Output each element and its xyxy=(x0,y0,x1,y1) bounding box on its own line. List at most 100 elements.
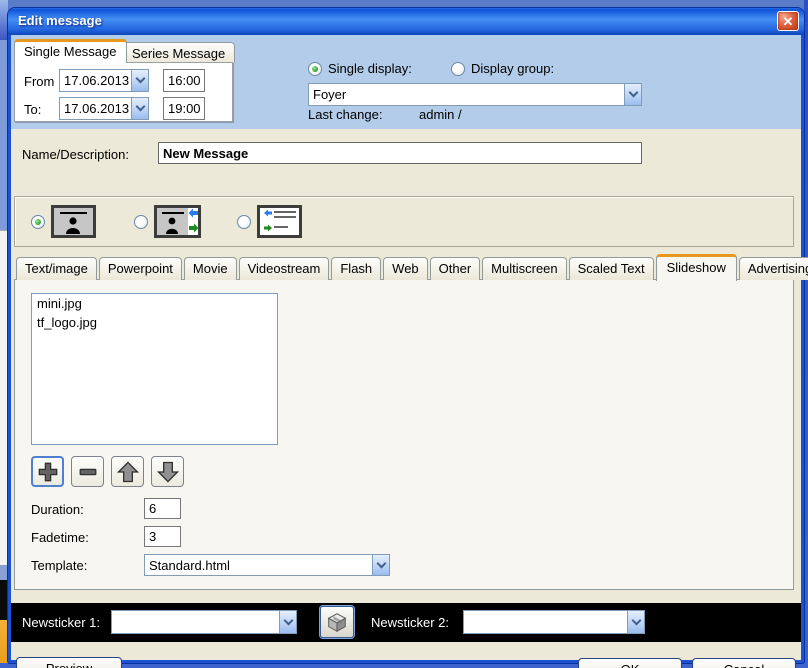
template-value[interactable]: Standard.html xyxy=(145,555,372,575)
background-window-left-strip xyxy=(0,0,8,668)
newsticker1-label: Newsticker 1: xyxy=(22,615,100,630)
tab-flash[interactable]: Flash xyxy=(331,257,381,280)
add-file-button[interactable] xyxy=(31,456,64,487)
tab-label: Powerpoint xyxy=(108,261,173,276)
name-description-input[interactable] xyxy=(158,142,642,164)
from-date-combo[interactable]: 17.06.2013 xyxy=(59,69,149,92)
tab-slideshow[interactable]: Slideshow xyxy=(656,254,737,281)
chevron-down-icon xyxy=(283,615,293,625)
newsticker1-value[interactable] xyxy=(112,611,279,633)
newsticker-bar: Newsticker 1: Newsticker 2: xyxy=(11,603,801,642)
tab-label: Videostream xyxy=(248,261,321,276)
template-combo[interactable]: Standard.html xyxy=(144,554,390,576)
display-message-icon[interactable] xyxy=(51,205,96,238)
newsticker2-label: Newsticker 2: xyxy=(371,615,449,630)
display-select-value[interactable]: Foyer xyxy=(309,84,624,105)
display-select-dropdown-button[interactable] xyxy=(624,84,641,105)
from-date-value[interactable]: 17.06.2013 xyxy=(60,70,131,91)
tab-videostream[interactable]: Videostream xyxy=(239,257,330,280)
ticker-list-icon[interactable] xyxy=(257,205,302,238)
display-group-label[interactable]: Display group: xyxy=(471,61,554,76)
ok-button[interactable]: OK xyxy=(578,658,682,668)
move-down-button[interactable] xyxy=(151,456,184,487)
type-display-radio[interactable] xyxy=(31,215,45,229)
close-icon: ✕ xyxy=(783,15,794,28)
type-display-ticker-radio[interactable] xyxy=(134,215,148,229)
single-display-radio[interactable] xyxy=(308,62,322,76)
from-date-dropdown-button[interactable] xyxy=(131,70,148,91)
window-title: Edit message xyxy=(18,13,102,28)
from-label: From xyxy=(24,74,54,89)
slideshow-panel: mini.jpg tf_logo.jpg xyxy=(14,279,794,590)
last-change-label: Last change: xyxy=(308,107,382,122)
from-time-input[interactable] xyxy=(163,69,205,92)
tab-label: Slideshow xyxy=(667,260,726,275)
move-up-button[interactable] xyxy=(111,456,144,487)
duration-input[interactable] xyxy=(144,498,181,519)
newsticker2-value[interactable] xyxy=(464,611,627,633)
edit-message-dialog: Edit message ✕ Single Message Series Mes… xyxy=(8,8,804,663)
tab-label: Movie xyxy=(193,261,228,276)
tab-text-image[interactable]: Text/image xyxy=(16,257,97,280)
tab-powerpoint[interactable]: Powerpoint xyxy=(99,257,182,280)
newsticker-package-button[interactable] xyxy=(320,606,354,638)
package-icon xyxy=(325,610,349,634)
remove-file-button[interactable] xyxy=(71,456,104,487)
tab-label: Advertising Block xyxy=(748,261,808,276)
tab-multiscreen[interactable]: Multiscreen xyxy=(482,257,566,280)
display-select-combo[interactable]: Foyer xyxy=(308,83,642,106)
close-button[interactable]: ✕ xyxy=(777,11,799,31)
to-label: To: xyxy=(24,102,41,117)
minus-icon xyxy=(74,459,102,485)
tab-other[interactable]: Other xyxy=(430,257,481,280)
plus-icon xyxy=(34,459,62,485)
tab-web[interactable]: Web xyxy=(383,257,428,280)
last-change-value: admin / xyxy=(419,107,462,122)
chevron-down-icon xyxy=(376,558,386,568)
newsticker1-combo[interactable] xyxy=(111,610,297,634)
list-item[interactable]: tf_logo.jpg xyxy=(32,313,277,332)
tab-label: Text/image xyxy=(25,261,88,276)
tab-label: Scaled Text xyxy=(578,261,645,276)
template-dropdown-button[interactable] xyxy=(372,555,389,575)
to-time-input[interactable] xyxy=(163,97,205,120)
tab-single-message[interactable]: Single Message xyxy=(14,39,127,63)
newsticker2-combo[interactable] xyxy=(463,610,645,634)
tab-label: Web xyxy=(392,261,419,276)
template-label: Template: xyxy=(31,558,87,573)
content-tab-strip: Text/image Powerpoint Movie Videostream … xyxy=(16,254,808,280)
slideshow-file-list[interactable]: mini.jpg tf_logo.jpg xyxy=(31,293,278,445)
titlebar: Edit message ✕ xyxy=(8,8,804,35)
newsticker1-dropdown-button[interactable] xyxy=(279,611,296,633)
tab-series-message-label: Series Message xyxy=(132,46,225,61)
to-date-dropdown-button[interactable] xyxy=(131,98,148,119)
chevron-down-icon xyxy=(628,88,638,98)
arrow-up-icon xyxy=(114,459,142,485)
to-date-combo[interactable]: 17.06.2013 xyxy=(59,97,149,120)
tab-movie[interactable]: Movie xyxy=(184,257,237,280)
type-ticker-radio[interactable] xyxy=(237,215,251,229)
single-display-label[interactable]: Single display: xyxy=(328,61,412,76)
tab-advertising-block[interactable]: Advertising Block xyxy=(739,257,808,280)
tab-label: Multiscreen xyxy=(491,261,557,276)
schedule-section: Single Message Series Message From 17.06… xyxy=(11,35,801,129)
tab-single-message-label: Single Message xyxy=(24,44,117,59)
tab-label: Flash xyxy=(340,261,372,276)
chevron-down-icon xyxy=(135,102,145,112)
fadetime-label: Fadetime: xyxy=(31,530,89,545)
background-window-right-strip xyxy=(804,0,808,668)
preview-button[interactable]: Preview xyxy=(16,657,122,668)
fadetime-input[interactable] xyxy=(144,526,181,547)
tab-series-message[interactable]: Series Message xyxy=(122,42,235,63)
display-group-radio[interactable] xyxy=(451,62,465,76)
tab-label: Other xyxy=(439,261,472,276)
to-date-value[interactable]: 17.06.2013 xyxy=(60,98,131,119)
display-with-arrows-icon[interactable] xyxy=(154,205,201,238)
newsticker2-dropdown-button[interactable] xyxy=(627,611,644,633)
chevron-down-icon xyxy=(631,615,641,625)
chevron-down-icon xyxy=(135,74,145,84)
tab-scaled-text[interactable]: Scaled Text xyxy=(569,257,654,280)
cancel-button[interactable]: Cancel xyxy=(692,658,796,668)
arrow-down-icon xyxy=(154,459,182,485)
list-item[interactable]: mini.jpg xyxy=(32,294,277,313)
